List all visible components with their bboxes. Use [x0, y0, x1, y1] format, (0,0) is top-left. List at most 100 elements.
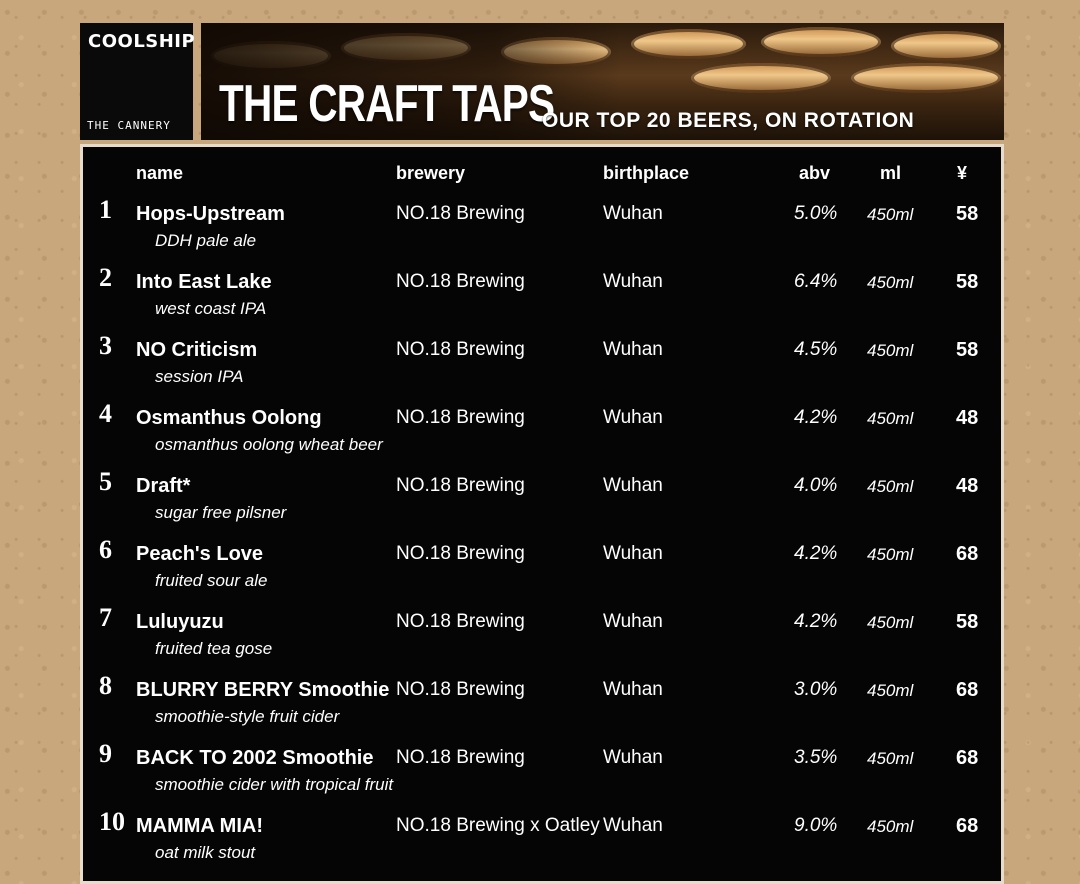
beer-brewery: NO.18 Brewing — [396, 543, 525, 564]
beer-abv: 3.5% — [794, 747, 838, 768]
column-header-birthplace: birthplace — [603, 163, 690, 183]
beer-name: Hops-Upstream — [136, 203, 285, 225]
beer-number: 2 — [99, 263, 112, 292]
beer-abv: 4.0% — [794, 475, 838, 496]
barrel-image — [691, 63, 831, 93]
beer-volume: 450ml — [867, 409, 914, 428]
beer-price: 58 — [956, 203, 979, 225]
beer-name: MAMMA MIA! — [136, 815, 264, 837]
beer-style: fruited tea gose — [155, 639, 273, 658]
beer-birthplace: Wuhan — [603, 815, 663, 836]
beer-row: 5 Draft* sugar free pilsner NO.18 Brewing Wu… — [83, 467, 1001, 543]
beer-abv: 4.2% — [794, 611, 838, 632]
beer-birthplace: Wuhan — [603, 271, 663, 292]
barrel-image — [761, 27, 881, 57]
beer-abv: 9.0% — [794, 815, 838, 836]
beer-brewery: NO.18 Brewing — [396, 475, 525, 496]
beer-birthplace: Wuhan — [603, 543, 663, 564]
barrel-image — [851, 63, 1001, 93]
beer-name: Into East Lake — [136, 271, 272, 293]
beer-style: DDH pale ale — [155, 231, 257, 250]
beer-abv: 5.0% — [794, 203, 838, 224]
beer-brewery: NO.18 Brewing — [396, 407, 525, 428]
beer-price: 48 — [956, 475, 979, 497]
beer-volume: 450ml — [867, 545, 914, 564]
column-header-abv: abv — [799, 163, 831, 183]
beer-birthplace: Wuhan — [603, 611, 663, 632]
column-header-price: ¥ — [957, 163, 968, 183]
beer-price: 68 — [956, 747, 979, 769]
beer-volume: 450ml — [867, 749, 914, 768]
beer-row: 7 Luluyuzu fruited tea gose NO.18 Brewing Wu… — [83, 603, 1001, 679]
barrel-image — [891, 31, 1001, 61]
beer-style: fruited sour ale — [155, 571, 268, 590]
beer-price: 58 — [956, 339, 979, 361]
beer-style: oat milk stout — [155, 843, 256, 862]
beer-name: Peach's Love — [136, 543, 264, 565]
beer-brewery: NO.18 Brewing — [396, 747, 525, 768]
beer-number: 10 — [99, 807, 125, 836]
beer-row: 4 Osmanthus Oolong osmanthus oolong wheat … — [83, 399, 1001, 475]
beer-birthplace: Wuhan — [603, 679, 663, 700]
beer-name: NO Criticism — [136, 339, 258, 361]
page-title: THE CRAFT TAPS — [219, 75, 555, 133]
beer-row: 10 MAMMA MIA! oat milk stout NO.18 Brewing … — [83, 807, 1001, 883]
beer-birthplace: Wuhan — [603, 407, 663, 428]
beer-number: 6 — [99, 535, 112, 564]
beer-row: 6 Peach's Love fruited sour ale NO.18 Brewi… — [83, 535, 1001, 611]
beer-name: Luluyuzu — [136, 611, 224, 633]
beer-row: 9 BACK TO 2002 Smoothie smoothie cider wit… — [83, 739, 1001, 815]
beer-style: smoothie-style fruit cider — [155, 707, 340, 726]
beer-price: 68 — [956, 815, 979, 837]
beer-name: Osmanthus Oolong — [136, 407, 322, 429]
beer-abv: 6.4% — [794, 271, 838, 292]
beer-abv: 4.2% — [794, 407, 838, 428]
beer-style: sugar free pilsner — [155, 503, 287, 522]
beer-brewery: NO.18 Brewing — [396, 339, 525, 360]
beer-row: 2 Into East Lake west coast IPA NO.18 Brewi… — [83, 263, 1001, 339]
beer-brewery: NO.18 Brewing — [396, 203, 525, 224]
beer-style: smoothie cider with tropical fruit — [155, 775, 394, 794]
logo-wordmark: COOLSHIP — [88, 31, 196, 52]
beer-abv: 4.5% — [794, 339, 838, 360]
beer-price: 68 — [956, 543, 979, 565]
beer-birthplace: Wuhan — [603, 203, 663, 224]
beer-brewery: NO.18 Brewing — [396, 271, 525, 292]
beer-name: BACK TO 2002 Smoothie — [136, 747, 374, 769]
beer-volume: 450ml — [867, 817, 914, 836]
beer-row: 3 NO Criticism session IPA NO.18 Brewing Wuh… — [83, 331, 1001, 407]
beer-number: 3 — [99, 331, 112, 360]
tap-list: name brewery birthplace abv ml ¥ 1 Hops-U… — [80, 144, 1004, 884]
beer-price: 68 — [956, 679, 979, 701]
barrel-image — [631, 29, 746, 59]
banner-image: THE CRAFT TAPS OUR TOP 20 BEERS, ON ROTA… — [201, 23, 1004, 140]
beer-price: 48 — [956, 407, 979, 429]
beer-volume: 450ml — [867, 613, 914, 632]
column-header-name: name — [136, 163, 184, 183]
beer-volume: 450ml — [867, 273, 914, 292]
beer-row: 1 Hops-Upstream DDH pale ale NO.18 Brewing W… — [83, 195, 1001, 271]
beer-volume: 450ml — [867, 681, 914, 700]
beer-brewery: NO.18 Brewing — [396, 611, 525, 632]
beer-birthplace: Wuhan — [603, 475, 663, 496]
beer-number: 9 — [99, 739, 112, 768]
header: COOLSHIP THE CANNERY THE CRAFT TAPS OUR … — [80, 23, 1004, 140]
beer-name: BLURRY BERRY Smoothie — [136, 679, 390, 701]
beer-volume: 450ml — [867, 341, 914, 360]
beer-birthplace: Wuhan — [603, 339, 663, 360]
beer-number: 1 — [99, 195, 112, 224]
beer-number: 8 — [99, 671, 112, 700]
beer-brewery: NO.18 Brewing x Oatley — [396, 815, 600, 836]
beer-number: 4 — [99, 399, 112, 428]
beer-brewery: NO.18 Brewing — [396, 679, 525, 700]
beer-number: 5 — [99, 467, 112, 496]
beer-price: 58 — [956, 271, 979, 293]
beer-volume: 450ml — [867, 477, 914, 496]
beer-style: osmanthus oolong wheat beer — [155, 435, 383, 454]
page-subtitle: OUR TOP 20 BEERS, ON ROTATION — [542, 109, 915, 132]
beer-style: session IPA — [155, 367, 244, 386]
logo-subtitle: THE CANNERY — [87, 119, 171, 132]
beer-birthplace: Wuhan — [603, 747, 663, 768]
beer-number: 7 — [99, 603, 112, 632]
beer-name: Draft* — [136, 475, 191, 497]
